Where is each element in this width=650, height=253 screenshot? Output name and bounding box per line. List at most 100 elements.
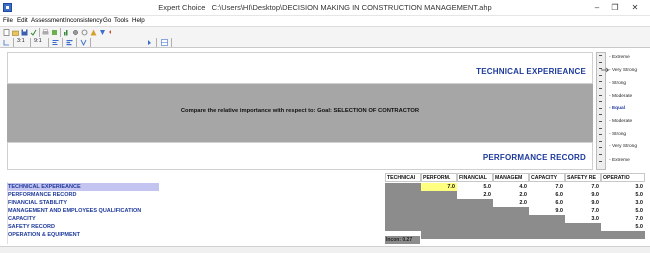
verbal-scale-item[interactable]: - Extreme (609, 158, 630, 163)
column-header[interactable]: MANAGEM (493, 173, 529, 182)
matrix-cell[interactable]: 7.0 (421, 183, 457, 191)
menu-file[interactable]: File (3, 17, 13, 24)
matrix-cell[interactable]: 3.0 (565, 215, 601, 223)
verbal-scale-item[interactable]: - Equal (609, 106, 625, 111)
matrix-cell[interactable]: 9.0 (565, 191, 601, 199)
verbal-scale-item[interactable]: - Moderate (609, 119, 632, 124)
row-label[interactable]: FINANCIAL STABILITY (7, 199, 385, 207)
pointer-icon[interactable] (146, 39, 153, 46)
matrix-cell[interactable]: 6.0 (529, 191, 565, 199)
matrix-cell-disabled (421, 207, 457, 215)
column-header[interactable]: FINANCIAL (457, 173, 493, 182)
row-label[interactable]: OPERATION & EQUIPMENT (7, 231, 385, 239)
menu-help[interactable]: Help (132, 17, 145, 24)
ratio-9-1-button[interactable]: 9:1 (34, 38, 42, 44)
new-file-icon[interactable] (3, 29, 10, 36)
menu-go[interactable]: Go (103, 17, 111, 24)
matrix-cell[interactable]: 9.0 (529, 207, 565, 215)
menu-inconsistency[interactable]: Inconsistency (65, 17, 103, 24)
matrix-cell-disabled (565, 223, 601, 231)
row-label[interactable]: TECHNICAL EXPERIEANCE (7, 183, 385, 191)
verbal-scale-item[interactable]: - Strong (609, 132, 626, 137)
scale-tick (599, 160, 602, 162)
matrix-cell[interactable]: 2.0 (493, 199, 529, 207)
sort-icon[interactable] (51, 29, 58, 36)
table-row[interactable]: OPERATION & EQUIPMENT (7, 231, 645, 239)
matrix-cell[interactable]: 5.0 (601, 223, 645, 231)
menu-edit[interactable]: Edit (17, 17, 28, 24)
bottom-criterion-panel[interactable]: PERFORMANCE RECORD (7, 142, 593, 170)
table-row[interactable]: TECHNICAL EXPERIEANCE 7.0 5.0 4.0 7.0 7.0 3.0 (7, 183, 645, 191)
column-header[interactable]: OPERATIO (601, 173, 645, 182)
chart-icon[interactable] (63, 29, 70, 36)
matrix-cell[interactable]: 2.0 (493, 191, 529, 199)
goal-icon[interactable] (99, 29, 106, 36)
print-icon[interactable] (42, 29, 49, 36)
close-button[interactable]: ✕ (626, 2, 644, 13)
matrix-cell[interactable]: 7.0 (565, 207, 601, 215)
table-icon[interactable] (161, 39, 168, 46)
toolbar-separator (90, 38, 91, 47)
matrix-cell[interactable]: 4.0 (493, 183, 529, 191)
matrix-cell[interactable]: 7.0 (565, 183, 601, 191)
scale-tick (599, 107, 602, 109)
table-row[interactable]: FINANCIAL STABILITY 2.0 6.0 9.0 3.0 (7, 199, 645, 207)
matrix-cell[interactable]: 2.0 (457, 191, 493, 199)
settings-icon[interactable] (81, 29, 88, 36)
verbal-icon[interactable] (80, 39, 87, 46)
check-icon[interactable] (30, 29, 37, 36)
matrix-cell[interactable]: 7.0 (601, 215, 645, 223)
column-header[interactable]: SAFETY RE (565, 173, 601, 182)
matrix-cell-disabled (421, 199, 457, 207)
scale-tick (599, 94, 602, 96)
row-label[interactable]: SAFETY RECORD (7, 223, 385, 231)
table-row[interactable]: CAPACITY 3.0 7.0 (7, 215, 645, 223)
verbal-scale-label: Very Strong (611, 144, 638, 149)
ratio-3-1-button[interactable]: 3:1 (17, 38, 25, 44)
verbal-scale-item[interactable]: - Very Strong (609, 68, 637, 73)
model-icon[interactable] (90, 29, 97, 36)
gear-icon[interactable] (72, 29, 79, 36)
column-header[interactable]: CAPACITY (529, 173, 565, 182)
verbal-scale-list: - Extreme - Very Strong - Strong - Moderate… (609, 52, 650, 170)
scale-tick (599, 61, 602, 63)
minimize-button[interactable]: – (590, 2, 604, 13)
matrix-cell-disabled (457, 207, 493, 215)
row-label[interactable]: MANAGEMENT AND EMPLOYEES QUALIFICATION (7, 207, 385, 215)
matrix-cell[interactable]: 3.0 (601, 199, 645, 207)
tree-view-icon[interactable] (3, 39, 10, 46)
table-row[interactable]: SAFETY RECORD 5.0 (7, 223, 645, 231)
matrix-cell[interactable]: 6.0 (529, 199, 565, 207)
matrix-cell[interactable]: 5.0 (601, 207, 645, 215)
column-header[interactable]: TECHNICAI (385, 173, 421, 182)
row-label[interactable]: PERFORMANCE RECORD (7, 191, 385, 199)
table-row[interactable]: PERFORMANCE RECORD 2.0 2.0 6.0 9.0 5.0 (7, 191, 645, 199)
row-label[interactable]: CAPACITY (7, 215, 385, 223)
table-row[interactable]: MANAGEMENT AND EMPLOYEES QUALIFICATION 9.… (7, 207, 645, 215)
open-folder-icon[interactable] (12, 29, 19, 36)
matrix-cell[interactable]: 9.0 (565, 199, 601, 207)
column-header[interactable]: PERFORM. (421, 173, 457, 182)
verbal-scale-label: Very Strong (611, 68, 638, 73)
matrix-cell-disabled (493, 215, 529, 223)
menu-tools[interactable]: Tools (114, 17, 128, 24)
menu-assessment[interactable]: Assessment (31, 17, 65, 24)
toolbar-assessment: 3:1 9:1 (0, 37, 650, 48)
matrix-cell-disabled (565, 231, 601, 239)
matrix-cell-disabled (421, 223, 457, 231)
maximize-button[interactable]: ❐ (608, 2, 622, 13)
verbal-scale-item[interactable]: - Very Strong (609, 144, 637, 149)
save-icon[interactable] (21, 29, 28, 36)
toolbar-separator (62, 38, 63, 47)
matrix-cell[interactable]: 7.0 (529, 183, 565, 191)
verbal-scale-item[interactable]: - Strong (609, 81, 626, 86)
graphical-icon[interactable] (66, 39, 73, 46)
matrix-cell[interactable]: 3.0 (601, 183, 645, 191)
verbal-scale-item[interactable]: - Moderate (609, 94, 632, 99)
undo-icon[interactable] (108, 29, 115, 36)
matrix-cell[interactable]: 5.0 (601, 191, 645, 199)
verbal-scale-item[interactable]: - Extreme (609, 55, 630, 60)
matrix-cell[interactable]: 5.0 (457, 183, 493, 191)
numerical-icon[interactable] (52, 39, 59, 46)
top-criterion-panel[interactable]: TECHNICAL EXPERIEANCE (7, 52, 593, 84)
